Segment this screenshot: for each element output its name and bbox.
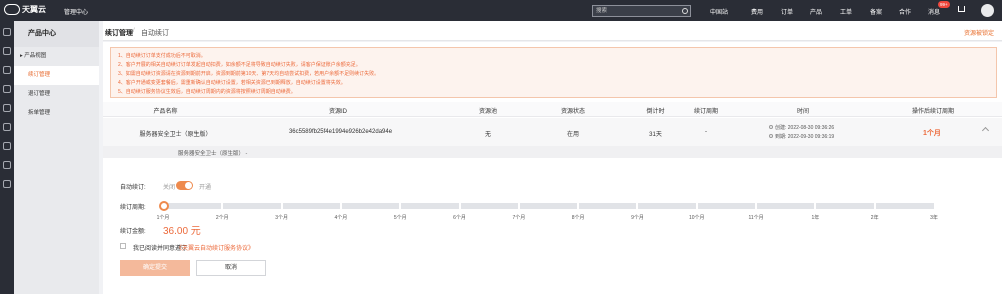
grid-icon[interactable]	[3, 47, 11, 55]
slider-segment	[814, 203, 817, 209]
slider-segment	[399, 203, 402, 209]
slider-segment	[458, 203, 461, 209]
nav-tickets[interactable]: 工单	[840, 7, 852, 16]
top-bar: 天翼云 管理中心 搜索 中国站 费用 订单 产品 工单 备案 合作 消息 99+	[0, 0, 1002, 21]
cloud-icon	[4, 4, 20, 15]
slider-segment	[636, 203, 639, 209]
agreement-link[interactable]: 《天翼云自动续订服务协议》	[176, 243, 254, 252]
renewal-amount: 36.00 元	[163, 226, 201, 237]
main-content: 1、自动续订订单支付成功后不可取消。 2、客户开展的相关自动续订订单发起自动扣费…	[103, 42, 1002, 294]
slider-tick-label[interactable]: 10个月	[687, 214, 707, 221]
resource-locked-link[interactable]: 资源被锁定	[964, 28, 994, 37]
table-row[interactable]: 服务器安全卫士（原生版） 36c5589fb25f4e1994e926b2e42…	[103, 118, 1002, 146]
slider-tick-label[interactable]: 7个月	[509, 214, 529, 221]
slider-tick-label[interactable]: 2个月	[212, 214, 232, 221]
nav-partner[interactable]: 合作	[899, 7, 911, 16]
message-badge: 99+	[938, 1, 950, 8]
slider-tick-label[interactable]: 1个月	[153, 214, 173, 221]
clock-icon	[769, 125, 773, 129]
sidebar-title: 产品中心	[14, 21, 99, 47]
slider-tick-label[interactable]: 9个月	[627, 214, 647, 221]
network-icon[interactable]	[3, 104, 11, 112]
nav-products[interactable]: 产品	[810, 7, 822, 16]
auto-renew-toggle[interactable]	[176, 181, 193, 190]
chevron-up-icon[interactable]	[981, 126, 990, 135]
search-input[interactable]: 搜索	[592, 5, 691, 17]
notice-box: 1、自动续订订单支付成功后不可取消。 2、客户开展的相关自动续订订单发起自动扣费…	[110, 47, 997, 98]
logo-text: 天翼云	[22, 5, 46, 14]
sidebar: 产品中心 ▸ 产品视图 续订管理 退订管理 拆单管理	[14, 21, 99, 294]
slider-segment	[695, 203, 698, 209]
slider-tick-label[interactable]: 5个月	[390, 214, 410, 221]
slider-segment	[517, 203, 520, 209]
slider-segment	[221, 203, 224, 209]
server-icon[interactable]	[3, 66, 11, 74]
slider-segment	[873, 203, 876, 209]
breadcrumb-auto-renewal: 自动续订	[141, 30, 169, 37]
slider-tick-label[interactable]: 11个月	[746, 214, 766, 221]
sidebar-item-renewal[interactable]: 续订管理	[14, 66, 99, 85]
sidebar-item-split-order[interactable]: 拆单管理	[14, 104, 99, 123]
renewal-period-slider[interactable]	[163, 203, 934, 209]
breadcrumb: 续订管理 / 自动续订 资源被锁定	[103, 21, 1002, 41]
breadcrumb-renewal[interactable]: 续订管理	[105, 28, 133, 38]
icon-rail	[0, 21, 14, 294]
nav-orders[interactable]: 订单	[781, 7, 793, 16]
nav-region[interactable]: 中国站	[710, 7, 728, 16]
table-header: 产品名称 资源ID 资源池 资源状态 倒计时 续订周期 时间 操作后续订周期	[103, 102, 1002, 117]
sub-row: 服务器安全卫士（原生版） -	[103, 146, 1002, 158]
cart-icon[interactable]	[958, 6, 965, 12]
slider-tick-label[interactable]: 3年	[924, 214, 944, 221]
logo[interactable]: 天翼云	[4, 4, 46, 15]
search-icon[interactable]	[682, 8, 688, 14]
sidebar-item-unsubscribe[interactable]: 退订管理	[14, 85, 99, 104]
sidebar-item-product-view[interactable]: ▸ 产品视图	[14, 47, 99, 66]
slider-handle[interactable]	[159, 201, 169, 211]
renewal-period-after: 1个月	[923, 130, 941, 137]
slider-tick-label[interactable]: 8个月	[568, 214, 588, 221]
slider-tick-label[interactable]: 3个月	[272, 214, 292, 221]
slider-tick-label[interactable]: 6个月	[450, 214, 470, 221]
slider-segment	[755, 203, 758, 209]
slider-segment	[577, 203, 580, 209]
shield-icon[interactable]	[3, 161, 11, 169]
management-center-title[interactable]: 管理中心	[64, 7, 88, 16]
clock-icon	[769, 134, 773, 138]
slider-tick-label[interactable]: 1年	[805, 214, 825, 221]
storage-icon[interactable]	[3, 123, 11, 131]
slider-segment	[280, 203, 283, 209]
slider-tick-label[interactable]: 2年	[865, 214, 885, 221]
cloud-service-icon[interactable]	[3, 142, 11, 150]
nav-messages[interactable]: 消息	[928, 7, 940, 16]
database-icon[interactable]	[3, 85, 11, 93]
submit-button[interactable]: 确定提交	[120, 260, 190, 276]
agree-checkbox[interactable]	[120, 243, 126, 249]
slider-segment	[339, 203, 342, 209]
cube-icon[interactable]	[3, 28, 11, 36]
nav-billing[interactable]: 费用	[751, 7, 763, 16]
slider-tick-label[interactable]: 4个月	[331, 214, 351, 221]
tools-icon[interactable]	[3, 180, 11, 188]
nav-filing[interactable]: 备案	[870, 7, 882, 16]
avatar[interactable]	[981, 4, 994, 17]
cancel-button[interactable]: 取消	[196, 260, 266, 276]
